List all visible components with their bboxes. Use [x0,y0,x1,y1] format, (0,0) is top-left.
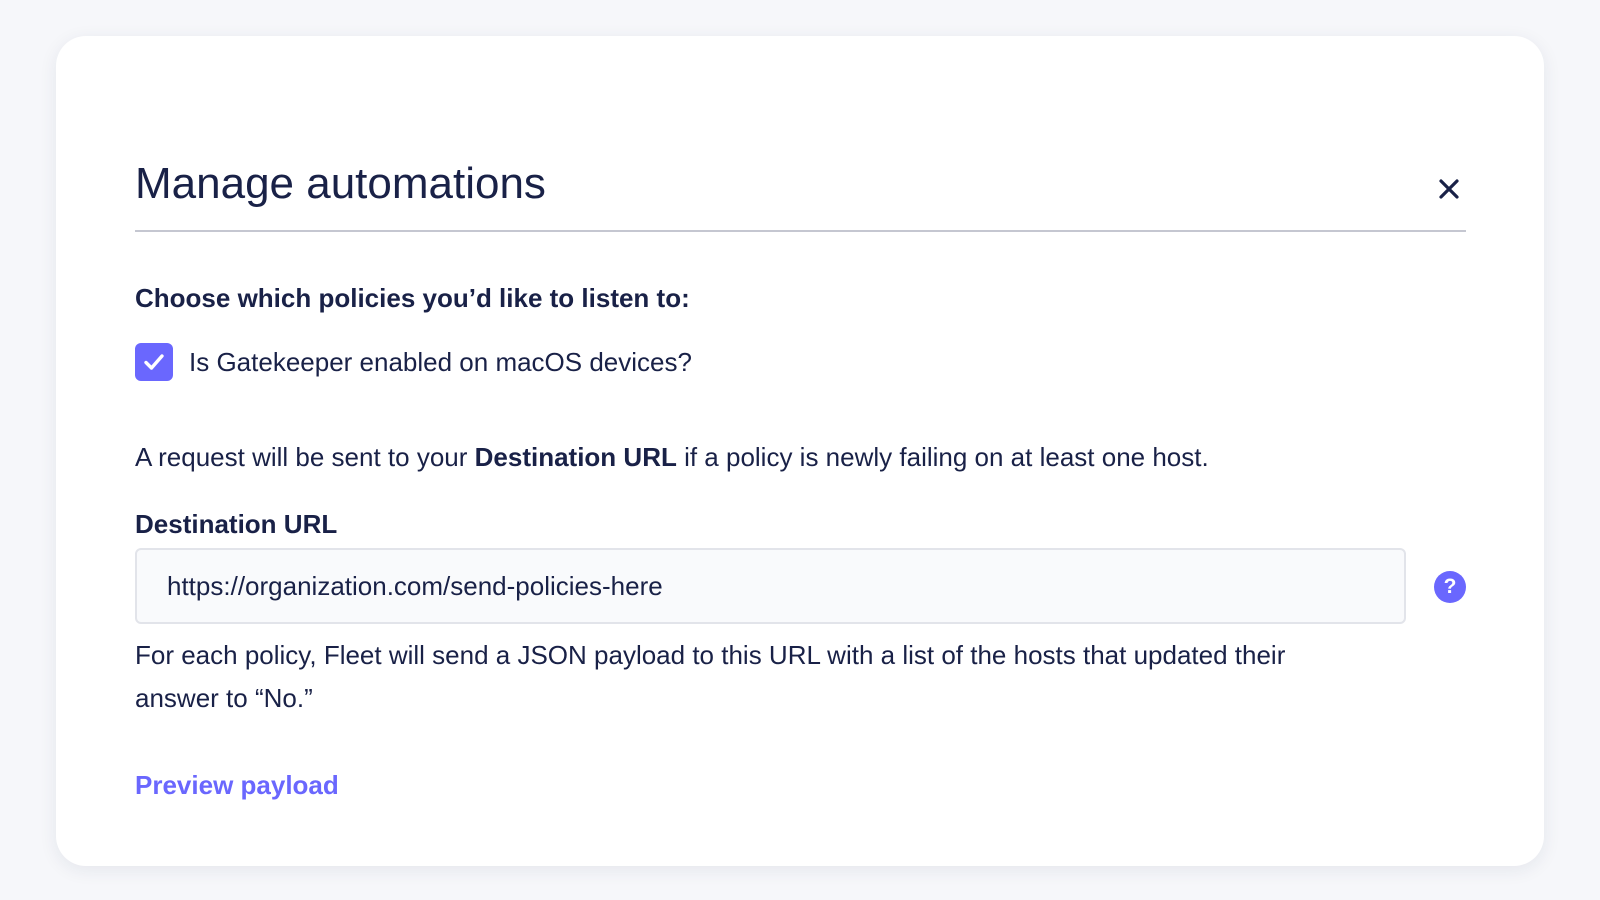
policy-checkbox-row[interactable]: Is Gatekeeper enabled on macOS devices? [135,343,692,381]
request-description-suffix: if a policy is newly failing on at least… [676,442,1209,472]
request-description-prefix: A request will be sent to your [135,442,475,472]
modal-title: Manage automations [135,159,546,208]
help-icon[interactable]: ? [1434,571,1466,603]
destination-url-help-text: For each policy, Fleet will send a JSON … [135,640,1286,713]
manage-automations-modal: Manage automations Choose which policies… [56,36,1544,866]
policy-label: Is Gatekeeper enabled on macOS devices? [189,347,692,377]
preview-payload-link[interactable]: Preview payload [135,768,339,802]
destination-url-input[interactable] [135,548,1406,624]
destination-url-label: Destination URL [135,509,338,539]
modal-header: Manage automations [135,112,1466,232]
close-icon[interactable] [1432,172,1466,206]
policy-checkbox[interactable] [135,343,173,381]
request-description-emphasis: Destination URL [474,442,677,472]
checkmark-icon [144,354,164,370]
policies-heading: Choose which policies you’d like to list… [135,283,690,313]
request-description: A request will be sent to your Destinati… [135,440,1209,474]
